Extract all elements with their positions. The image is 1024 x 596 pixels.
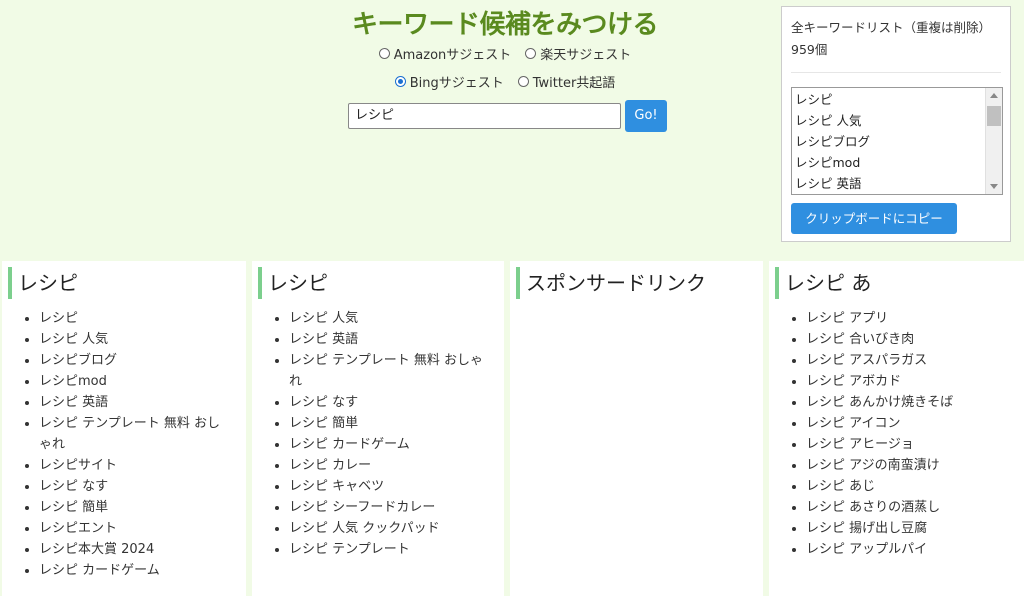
copy-to-clipboard-button[interactable]: クリップボードにコピー bbox=[791, 203, 957, 234]
keyword-count: 959個 bbox=[791, 42, 828, 57]
radio-twitter[interactable]: Twitter共起語 bbox=[517, 72, 616, 91]
list-item[interactable]: レシピ本大賞 2024 bbox=[39, 539, 228, 560]
list-item[interactable]: レシピ カードゲーム bbox=[39, 560, 228, 581]
list-item[interactable]: レシピ あさりの酒蒸し bbox=[806, 497, 1006, 518]
list-item[interactable]: レシピ カードゲーム bbox=[289, 434, 486, 455]
list-item[interactable]: レシピ 合いびき肉 bbox=[806, 329, 1006, 350]
list-item[interactable]: レシピ アイコン bbox=[806, 413, 1006, 434]
list-item[interactable]: レシピ 人気 bbox=[39, 329, 228, 350]
radio-amazon[interactable]: Amazonサジェスト bbox=[378, 44, 512, 63]
list-item[interactable]: レシピ 人気 bbox=[795, 110, 1002, 131]
suggestion-list: レシピ レシピ 人気 レシピブログ レシピmod レシピ 英語 レシピ テンプレ… bbox=[39, 308, 246, 581]
list-item[interactable]: レシピ カレー bbox=[289, 455, 486, 476]
list-item[interactable]: レシピ bbox=[795, 89, 1002, 110]
suggestion-list: レシピ 人気 レシピ 英語 レシピ テンプレート 無料 おしゃれ レシピ なす … bbox=[289, 308, 504, 560]
list-item[interactable]: レシピブログ bbox=[39, 350, 228, 371]
radio-button[interactable] bbox=[525, 48, 537, 59]
radio-label: 楽天サジェスト bbox=[540, 48, 632, 63]
result-column-4: レシピ あ レシピ アプリ レシピ 合いびき肉 レシピ アスパラガス レシピ ア… bbox=[769, 261, 1024, 596]
column-heading: レシピ bbox=[258, 267, 504, 299]
list-item[interactable]: レシピ 揚げ出し豆腐 bbox=[806, 518, 1006, 539]
result-column-2: レシピ レシピ 人気 レシピ 英語 レシピ テンプレート 無料 おしゃれ レシピ… bbox=[252, 261, 504, 596]
list-item[interactable]: レシピ キャベツ bbox=[289, 476, 486, 497]
list-item[interactable]: レシピブログ bbox=[795, 131, 1002, 152]
list-item[interactable]: レシピ アップルパイ bbox=[806, 539, 1006, 560]
column-heading: レシピ bbox=[8, 267, 246, 299]
list-item[interactable]: レシピ 簡単 bbox=[289, 413, 486, 434]
keyword-list-panel: 全キーワードリスト（重複は削除） 959個 レシピ レシピ 人気 レシピブログ … bbox=[781, 6, 1011, 242]
source-options-row-2: Bingサジェスト Twitter共起語 bbox=[230, 72, 780, 91]
list-item[interactable]: レシピ アスパラガス bbox=[806, 350, 1006, 371]
scroll-up-icon[interactable] bbox=[990, 93, 998, 98]
radio-bing[interactable]: Bingサジェスト bbox=[394, 72, 504, 91]
keyword-list-label: 全キーワードリスト（重複は削除） bbox=[791, 20, 992, 35]
radio-label: Twitter共起語 bbox=[532, 76, 616, 91]
list-item[interactable]: レシピ 人気 クックパッド bbox=[289, 518, 486, 539]
radio-label: Bingサジェスト bbox=[409, 76, 504, 91]
sponsored-links-column: スポンサードリンク bbox=[510, 261, 763, 596]
list-item[interactable]: レシピ 英語 bbox=[39, 392, 228, 413]
listbox-scrollbar[interactable] bbox=[985, 88, 1002, 194]
list-item[interactable]: レシピサイト bbox=[39, 455, 228, 476]
list-item[interactable]: レシピmod bbox=[39, 371, 228, 392]
list-item[interactable]: レシピ アボカド bbox=[806, 371, 1006, 392]
column-heading: スポンサードリンク bbox=[516, 267, 763, 299]
list-item[interactable]: レシピ テンプレート 無料 おしゃれ bbox=[39, 413, 228, 455]
search-input[interactable]: レシピ bbox=[348, 103, 621, 129]
list-item[interactable]: レシピmod bbox=[795, 152, 1002, 173]
list-item[interactable]: レシピ bbox=[39, 308, 228, 329]
radio-label: Amazonサジェスト bbox=[393, 48, 512, 63]
list-item[interactable]: レシピ テンプレート bbox=[289, 539, 486, 560]
suggestion-list: レシピ アプリ レシピ 合いびき肉 レシピ アスパラガス レシピ アボカド レシ… bbox=[806, 308, 1024, 560]
radio-button[interactable] bbox=[517, 76, 529, 87]
divider bbox=[791, 72, 1001, 73]
list-item[interactable]: レシピ アプリ bbox=[806, 308, 1006, 329]
list-item[interactable]: レシピ あじ bbox=[806, 476, 1006, 497]
list-item[interactable]: レシピ アジの南蛮漬け bbox=[806, 455, 1006, 476]
list-item[interactable]: レシピ アヒージョ bbox=[806, 434, 1006, 455]
list-item[interactable]: レシピ 簡単 bbox=[39, 497, 228, 518]
result-column-1: レシピ レシピ レシピ 人気 レシピブログ レシピmod レシピ 英語 レシピ … bbox=[2, 261, 246, 596]
list-item[interactable]: レシピ テンプレート 無料 おしゃれ bbox=[289, 350, 486, 392]
radio-button[interactable] bbox=[378, 48, 390, 59]
page-title: キーワード候補をみつける bbox=[351, 10, 659, 40]
keyword-listbox[interactable]: レシピ レシピ 人気 レシピブログ レシピmod レシピ 英語 bbox=[791, 87, 1003, 195]
radio-button-checked[interactable] bbox=[394, 76, 406, 87]
list-item[interactable]: レシピ 英語 bbox=[795, 173, 1002, 194]
scroll-thumb[interactable] bbox=[987, 106, 1001, 126]
list-item[interactable]: レシピ 人気 bbox=[289, 308, 486, 329]
list-item[interactable]: レシピ シーフードカレー bbox=[289, 497, 486, 518]
list-item[interactable]: レシピ 英語 bbox=[289, 329, 486, 350]
list-item[interactable]: レシピ あんかけ焼きそば bbox=[806, 392, 1006, 413]
list-item[interactable]: レシピ なす bbox=[289, 392, 486, 413]
list-item[interactable]: レシピエント bbox=[39, 518, 228, 539]
column-heading: レシピ あ bbox=[775, 267, 1024, 299]
scroll-down-icon[interactable] bbox=[990, 184, 998, 189]
radio-rakuten[interactable]: 楽天サジェスト bbox=[525, 44, 631, 63]
list-item[interactable]: レシピ なす bbox=[39, 476, 228, 497]
source-options-row-1: Amazonサジェスト 楽天サジェスト bbox=[230, 44, 780, 63]
go-button[interactable]: Go! bbox=[625, 100, 667, 132]
